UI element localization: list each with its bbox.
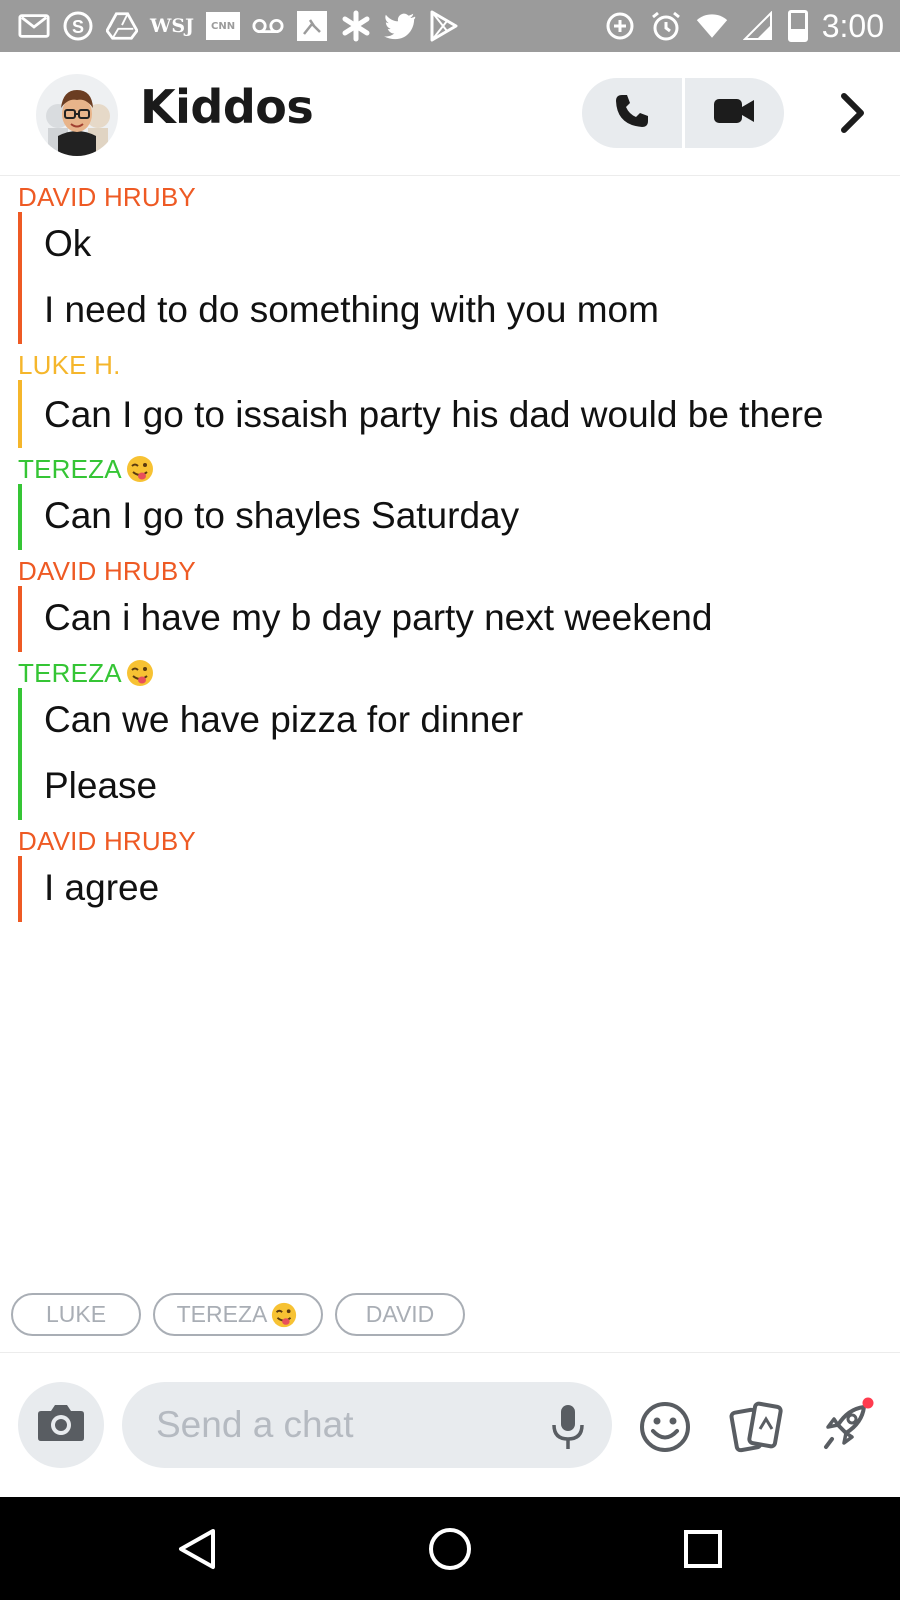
mention-chip-tereza[interactable]: TEREZA: [153, 1293, 323, 1336]
message-group: TEREZA Can we have pizza for dinner Plea…: [18, 652, 900, 820]
signal-icon: [742, 10, 774, 42]
drive-icon: [106, 10, 138, 42]
sender-name: TEREZA: [18, 658, 122, 688]
home-circle-icon[interactable]: [422, 1521, 478, 1577]
mention-chips: LUKE TEREZA DAVID: [11, 1293, 465, 1336]
system-nav-bar: [0, 1497, 900, 1600]
rocket-icon[interactable]: [818, 1397, 880, 1457]
chat-input-bar: [0, 1353, 900, 1497]
microphone-icon[interactable]: [548, 1403, 588, 1451]
wifi-icon: [696, 10, 728, 42]
camera-icon: [36, 1403, 86, 1447]
message-text[interactable]: Please: [44, 754, 864, 820]
chat-title[interactable]: Kiddos: [140, 80, 314, 134]
chat-header: Kiddos: [0, 52, 900, 176]
message-block: Ok I need to do something with you mom: [18, 212, 900, 344]
sender-name: DAVID HRUBY: [18, 556, 196, 586]
wsj-icon: WSJ: [150, 15, 195, 37]
message-text[interactable]: Can I go to issaish party his dad would …: [44, 380, 864, 448]
chevron-right-icon[interactable]: [832, 88, 872, 138]
sender-name: DAVID HRUBY: [18, 182, 196, 212]
camera-button[interactable]: [18, 1382, 104, 1468]
system-icons: 3:00: [604, 8, 884, 45]
alarm-icon: [650, 10, 682, 42]
sender-name: LUKE H.: [18, 350, 121, 380]
video-call-button[interactable]: [685, 78, 785, 148]
cnn-icon: CNN: [206, 12, 241, 40]
call-buttons: [582, 78, 784, 148]
message-block: Can I go to issaish party his dad would …: [18, 380, 900, 448]
asterisk-icon: [340, 10, 372, 42]
winking-tongue-emoji-icon: [124, 658, 156, 688]
chip-label: DAVID: [365, 1301, 435, 1327]
message-group: DAVID HRUBY Ok I need to do something wi…: [18, 176, 900, 344]
chat-input[interactable]: [122, 1382, 612, 1468]
clock: 3:00: [821, 7, 884, 44]
mention-chip-luke[interactable]: LUKE: [11, 1293, 141, 1336]
chip-label: TEREZA: [176, 1301, 268, 1327]
message-block: Can i have my b day party next weekend: [18, 586, 900, 652]
voicemail-icon: [252, 10, 284, 42]
mention-chip-david[interactable]: DAVID: [335, 1293, 465, 1336]
skype-icon: S: [62, 10, 94, 42]
app-icon: [296, 10, 328, 42]
sender-name-row: TEREZA: [18, 652, 900, 688]
svg-text:S: S: [72, 17, 84, 37]
play-store-icon: [428, 10, 460, 42]
sender-name: DAVID HRUBY: [18, 826, 196, 856]
message-text[interactable]: I agree: [44, 856, 864, 922]
battery-icon: [787, 10, 808, 42]
phone-icon: [613, 92, 651, 134]
message-list: DAVID HRUBY Ok I need to do something wi…: [0, 176, 900, 922]
message-group: DAVID HRUBY I agree: [18, 820, 900, 922]
message-block: Can I go to shayles Saturday: [18, 484, 900, 550]
notification-icons: S WSJ CNN: [18, 10, 460, 42]
group-avatar[interactable]: [36, 74, 118, 156]
sender-name: TEREZA: [18, 454, 122, 484]
voice-call-button[interactable]: [582, 78, 682, 148]
data-saver-icon: [604, 10, 636, 42]
cards-icon[interactable]: [728, 1399, 786, 1455]
message-text[interactable]: Can I go to shayles Saturday: [44, 484, 864, 550]
smiley-icon[interactable]: [638, 1400, 692, 1454]
recents-square-icon[interactable]: [675, 1521, 731, 1577]
winking-tongue-emoji-icon: [124, 454, 156, 484]
message-group: TEREZA Can I go to shayles Saturday: [18, 448, 900, 550]
message-text[interactable]: Ok: [44, 212, 864, 278]
chip-label: LUKE: [45, 1301, 107, 1327]
video-camera-icon: [713, 96, 755, 130]
message-text[interactable]: Can we have pizza for dinner: [44, 688, 864, 754]
back-triangle-icon[interactable]: [169, 1521, 225, 1577]
message-text[interactable]: I need to do something with you mom: [44, 278, 864, 344]
message-block: Can we have pizza for dinner Please: [18, 688, 900, 820]
message-group: LUKE H. Can I go to issaish party his da…: [18, 344, 900, 448]
sender-name-row: TEREZA: [18, 448, 900, 484]
message-group: DAVID HRUBY Can i have my b day party ne…: [18, 550, 900, 652]
winking-tongue-emoji-icon: [269, 1301, 299, 1329]
status-bar: S WSJ CNN 3:00: [0, 0, 900, 52]
gmail-icon: [18, 10, 50, 42]
message-block: I agree: [18, 856, 900, 922]
twitter-icon: [384, 10, 416, 42]
message-text[interactable]: Can i have my b day party next weekend: [44, 586, 864, 652]
